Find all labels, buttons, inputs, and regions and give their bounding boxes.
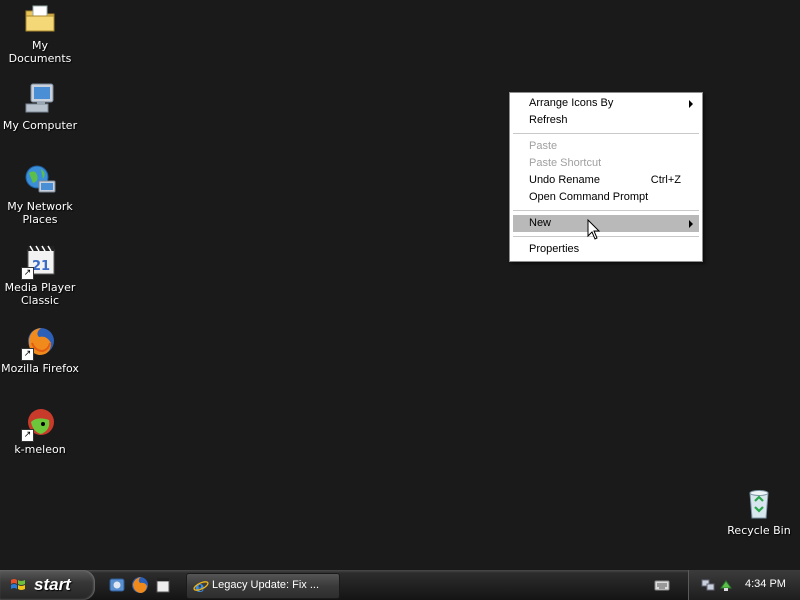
desktop-icon-label: My Computer <box>2 119 78 132</box>
desktop-icon-my-documents[interactable]: My Documents <box>0 2 80 65</box>
network-icon[interactable] <box>701 578 715 592</box>
mouse-cursor-icon <box>587 219 601 240</box>
media-player-icon[interactable] <box>154 576 172 594</box>
menu-item-undo-rename[interactable]: Undo Rename Ctrl+Z <box>513 172 699 189</box>
start-button[interactable]: start <box>0 570 95 600</box>
internet-explorer-icon: e <box>193 578 209 594</box>
taskbar: start e Legacy Update: Fix ... 4:34 PM <box>0 570 800 600</box>
recycle-bin-icon <box>742 487 776 521</box>
safely-remove-icon[interactable] <box>719 578 733 592</box>
menu-item-shortcut: Ctrl+Z <box>650 174 681 186</box>
menu-item-label: Undo Rename <box>529 174 600 186</box>
clock[interactable]: 4:34 PM <box>745 578 786 590</box>
desktop[interactable]: My Documents My Computer My Network Plac… <box>0 0 800 570</box>
desktop-icon-label: My Documents <box>8 39 72 65</box>
computer-icon <box>23 82 57 116</box>
taskbar-button-label: Legacy Update: Fix ... <box>212 579 319 591</box>
desktop-icon-media-player-classic[interactable]: 21 ↗ Media Player Classic <box>0 244 80 307</box>
menu-item-label: Refresh <box>529 114 568 126</box>
menu-item-arrange-icons-by[interactable]: Arrange Icons By <box>513 95 699 112</box>
desktop-icon-label: Mozilla Firefox <box>1 362 79 375</box>
submenu-arrow-icon <box>689 220 693 228</box>
menu-item-label: Properties <box>529 243 580 255</box>
desktop-icon-recycle-bin[interactable]: Recycle Bin <box>719 487 799 537</box>
firefox-icon: ↗ <box>21 325 57 361</box>
folder-documents-icon <box>23 2 57 36</box>
shortcut-arrow-icon: ↗ <box>21 348 34 361</box>
desktop-icon-label: My Network Places <box>7 200 73 226</box>
submenu-arrow-icon <box>689 100 693 108</box>
desktop-icon-label: k-meleon <box>14 443 66 456</box>
menu-item-label: Paste Shortcut <box>529 157 602 169</box>
windows-flag-icon <box>11 579 25 590</box>
shortcut-arrow-icon: ↗ <box>21 429 34 442</box>
desktop-icon-mozilla-firefox[interactable]: ↗ Mozilla Firefox <box>0 325 80 375</box>
menu-item-open-command-prompt[interactable]: Open Command Prompt <box>513 189 699 206</box>
menu-separator <box>513 236 699 237</box>
control-panel-icon[interactable] <box>108 576 126 594</box>
taskbar-button-legacy-update[interactable]: e Legacy Update: Fix ... <box>186 573 340 599</box>
shortcut-arrow-icon: ↗ <box>21 267 34 280</box>
desktop-icon-label: Recycle Bin <box>727 524 791 537</box>
svg-text:21: 21 <box>32 259 50 274</box>
keyboard-icon[interactable] <box>654 578 670 592</box>
network-globe-icon <box>23 163 57 197</box>
menu-item-new[interactable]: New <box>513 215 699 232</box>
menu-separator <box>513 210 699 211</box>
media-player-icon: 21 ↗ <box>21 244 57 280</box>
menu-item-paste-shortcut: Paste Shortcut <box>513 155 699 172</box>
menu-item-label: New <box>529 217 552 229</box>
desktop-icon-my-computer[interactable]: My Computer <box>0 82 80 132</box>
firefox-icon[interactable] <box>131 576 149 594</box>
menu-item-properties[interactable]: Properties <box>513 241 699 258</box>
menu-item-refresh[interactable]: Refresh <box>513 112 699 129</box>
menu-item-label: Arrange Icons By <box>529 97 614 109</box>
system-tray: 4:34 PM <box>688 570 800 600</box>
menu-separator <box>513 133 699 134</box>
menu-item-label: Open Command Prompt <box>529 191 649 203</box>
menu-item-paste: Paste <box>513 138 699 155</box>
menu-item-label: Paste <box>529 140 558 152</box>
desktop-context-menu: Arrange Icons By Refresh Paste Paste Sho… <box>509 92 703 262</box>
k-meleon-icon: ↗ <box>21 406 57 442</box>
desktop-icon-label: Media Player Classic <box>4 281 76 307</box>
desktop-icon-my-network-places[interactable]: My Network Places <box>0 163 80 226</box>
desktop-icon-k-meleon[interactable]: ↗ k-meleon <box>0 406 80 456</box>
start-label: start <box>34 575 71 594</box>
